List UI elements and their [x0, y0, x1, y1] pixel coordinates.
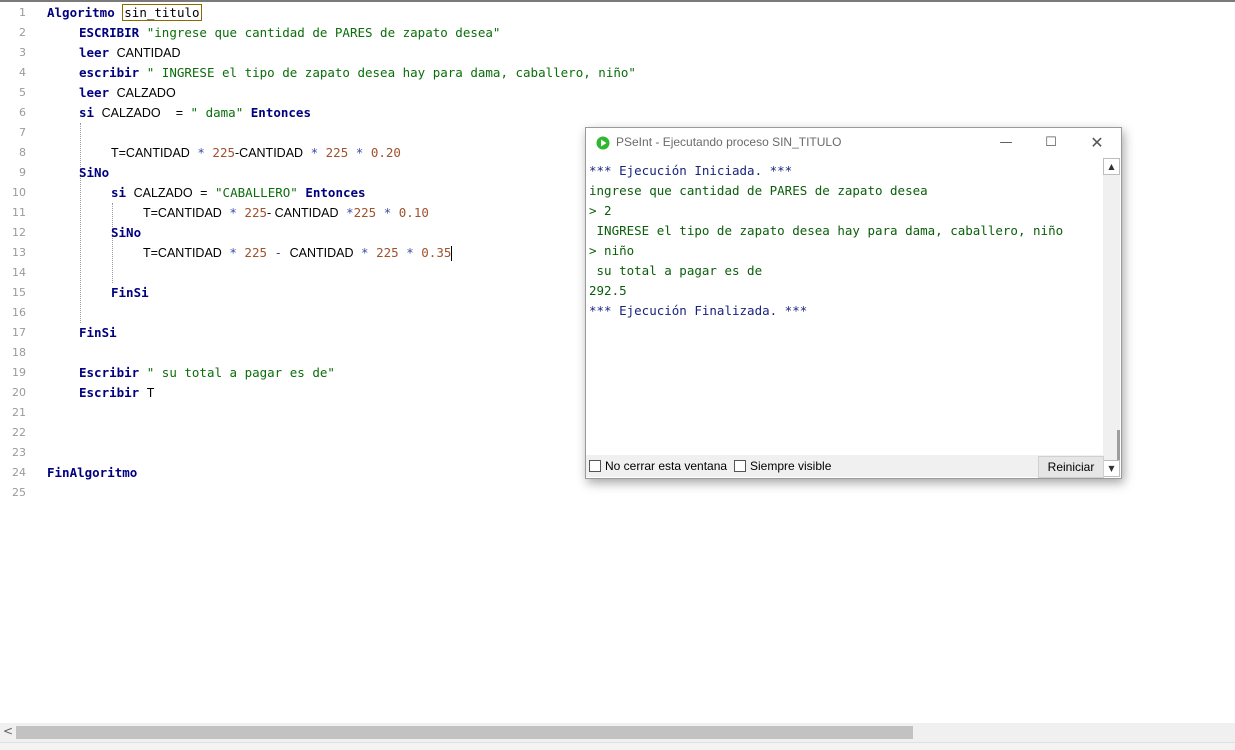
text-caret — [451, 246, 453, 261]
algorithm-name: sin_titulo — [122, 4, 202, 21]
number: 225 — [325, 145, 349, 160]
vertical-scrollbar[interactable]: ▲ ▼ — [1103, 158, 1120, 477]
identifier: - CANTIDAD — [267, 206, 339, 220]
number: 0.35 — [421, 245, 452, 260]
string-literal: "CABALLERO" — [215, 185, 298, 200]
horizontal-scrollbar[interactable]: < — [0, 723, 1235, 742]
operator: * — [229, 205, 237, 220]
pseint-play-icon — [596, 136, 610, 150]
console-output[interactable]: *** Ejecución Iniciada. *** ingrese que … — [588, 158, 1103, 453]
identifier: -CANTIDAD — [235, 146, 304, 160]
operator: - — [274, 245, 283, 260]
operator: * — [197, 145, 205, 160]
operator: = — [200, 186, 208, 200]
code-line-2[interactable]: ESCRIBIR "ingrese que cantidad de PARES … — [0, 23, 1235, 43]
operator: * — [361, 245, 369, 260]
scrollbar-thumb[interactable] — [16, 726, 913, 739]
code-line-5[interactable]: leer CALZADO — [0, 83, 1235, 103]
number: 0.20 — [370, 145, 401, 160]
maximize-button[interactable]: ☐ — [1036, 133, 1066, 153]
identifier: CANTIDAD — [289, 246, 354, 260]
keyword: Escribir — [79, 365, 140, 380]
code-line-3[interactable]: leer CANTIDAD — [0, 43, 1235, 63]
keyword: SiNo — [111, 225, 142, 240]
console-line: 292.5 — [589, 283, 627, 298]
string-literal: " su total a pagar es de" — [146, 365, 335, 380]
no-close-checkbox[interactable] — [589, 460, 601, 472]
keyword: Escribir — [79, 385, 140, 400]
code-line-1[interactable]: Algoritmo sin_titulo — [0, 3, 1235, 23]
always-visible-label: Siempre visible — [750, 459, 832, 473]
keyword: Entonces — [305, 185, 366, 200]
string-literal: "ingrese que cantidad de PARES de zapato… — [146, 25, 501, 40]
identifier: T=CANTIDAD — [111, 146, 190, 160]
number: 225 — [244, 205, 267, 220]
identifier: CANTIDAD — [116, 46, 181, 60]
scrollbar-thumb[interactable] — [1117, 430, 1120, 460]
operator: * — [383, 205, 392, 220]
line-number: 23 — [12, 446, 26, 459]
identifier: T — [146, 386, 155, 400]
operator: = — [175, 106, 184, 120]
arrow-up-icon[interactable]: ▲ — [1103, 158, 1120, 175]
keyword: FinAlgoritmo — [47, 465, 138, 480]
always-visible-checkbox[interactable] — [734, 460, 746, 472]
identifier: CALZADO — [101, 106, 161, 120]
code-line-6[interactable]: si CALZADO = " dama" Entonces — [0, 103, 1235, 123]
console-line: su total a pagar es de — [589, 263, 763, 278]
no-close-label: No cerrar esta ventana — [605, 459, 728, 473]
execution-console-window[interactable]: PSeInt - Ejecutando proceso SIN_TITULO —… — [585, 127, 1122, 479]
console-line: INGRESE el tipo de zapato desea hay para… — [589, 223, 1064, 238]
keyword: SiNo — [79, 165, 110, 180]
operator: * — [406, 245, 414, 260]
operator: * — [229, 245, 237, 260]
console-line: > niño — [589, 243, 635, 258]
operator: * — [310, 145, 319, 160]
console-footer: No cerrar esta ventana Siempre visible R… — [586, 455, 1104, 478]
keyword: ESCRIBIR — [79, 25, 140, 40]
arrow-down-icon[interactable]: ▼ — [1103, 460, 1120, 477]
console-title: PSeInt - Ejecutando proceso SIN_TITULO — [616, 135, 842, 149]
operator: * — [355, 145, 364, 160]
string-literal: " dama" — [190, 105, 244, 120]
keyword: FinSi — [79, 325, 117, 340]
string-literal: " INGRESE el tipo de zapato desea hay pa… — [146, 65, 636, 80]
window-top-border — [0, 0, 1235, 2]
keyword: si — [79, 105, 95, 120]
identifier: T=CANTIDAD — [143, 206, 222, 220]
console-titlebar[interactable]: PSeInt - Ejecutando proceso SIN_TITULO —… — [586, 128, 1121, 158]
chevron-left-icon[interactable]: < — [3, 724, 13, 738]
keyword: Entonces — [250, 105, 311, 120]
console-line: *** Ejecución Iniciada. *** — [589, 163, 793, 178]
code-line-4[interactable]: escribir " INGRESE el tipo de zapato des… — [0, 63, 1235, 83]
identifier: CALZADO — [133, 186, 193, 200]
keyword: escribir — [79, 65, 140, 80]
keyword: leer — [79, 45, 110, 60]
number: 225 — [353, 205, 377, 220]
operator: * — [346, 205, 354, 220]
identifier: T=CANTIDAD — [143, 246, 222, 260]
keyword: si — [111, 185, 127, 200]
number: 225 — [244, 245, 267, 260]
keyword: FinSi — [111, 285, 149, 300]
console-line: > 2 — [589, 203, 612, 218]
number: 225 — [212, 145, 235, 160]
identifier: CALZADO — [116, 86, 176, 100]
console-line: ingrese que cantidad de PARES de zapato … — [589, 183, 928, 198]
number: 225 — [376, 245, 399, 260]
restart-button[interactable]: Reiniciar — [1038, 456, 1104, 478]
keyword: leer — [79, 85, 110, 100]
number: 0.10 — [398, 205, 429, 220]
close-button[interactable]: ✕ — [1082, 133, 1112, 153]
console-line: *** Ejecución Finalizada. *** — [589, 303, 808, 318]
keyword: Algoritmo — [47, 5, 115, 20]
minimize-button[interactable]: — — [991, 133, 1021, 153]
